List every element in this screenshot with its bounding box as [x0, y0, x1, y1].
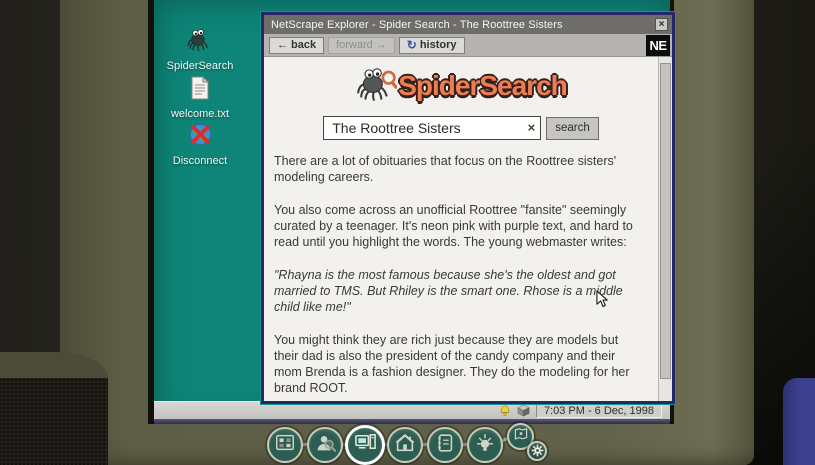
dock-hint-bulb-button[interactable] — [467, 427, 503, 463]
netscrape-logo: NE — [646, 35, 670, 56]
search-button[interactable]: search — [546, 117, 599, 140]
window-title: NetScrape Explorer - Spider Search - The… — [271, 19, 655, 31]
dock-settings-button[interactable] — [527, 441, 547, 461]
text-file-icon — [190, 76, 210, 105]
search-results-text: There are a lot of obituaries that focus… — [264, 140, 658, 401]
back-button[interactable]: ← back — [269, 37, 324, 54]
desktop-icon-spidersearch[interactable]: SpiderSearch — [158, 26, 242, 72]
history-icon: ↻ — [407, 38, 417, 52]
dock-evidence-board-button[interactable] — [267, 427, 303, 463]
dock-people-search-button[interactable] — [307, 427, 343, 463]
home-icon — [394, 432, 416, 459]
spidersearch-wordmark: SpiderSearch — [398, 70, 567, 102]
game-scene: SpiderSearch welcome.txt — [0, 0, 815, 465]
close-button[interactable]: × — [655, 18, 668, 31]
page-content: SpiderSearch × search There are a lot — [264, 57, 672, 401]
forward-button[interactable]: forward → — [328, 37, 395, 54]
mouse-cursor — [596, 290, 611, 314]
desktop: SpiderSearch welcome.txt — [154, 0, 670, 424]
paragraph: You might think they are rich just becau… — [274, 332, 634, 396]
computer-icon — [354, 431, 377, 459]
window-titlebar[interactable]: NetScrape Explorer - Spider Search - The… — [264, 15, 672, 34]
history-button[interactable]: ↻ history — [399, 37, 465, 54]
dock-home-button[interactable] — [387, 427, 423, 463]
spider-logo-icon — [355, 64, 397, 107]
desktop-icon-welcome-txt[interactable]: welcome.txt — [158, 76, 242, 120]
search-box: × — [323, 116, 541, 140]
search-row: × search — [264, 116, 658, 140]
desktop-icon-label: SpiderSearch — [167, 60, 234, 72]
webmaster-quote: "Rhayna is the most famous because she's… — [274, 267, 634, 315]
scrollbar-track[interactable] — [658, 57, 672, 401]
people-search-icon — [314, 432, 336, 459]
globe-x-icon — [188, 122, 213, 152]
paragraph: You also come across an unofficial Roott… — [274, 202, 634, 250]
scrollbar-thumb[interactable] — [660, 63, 671, 379]
desktop-icon-label: welcome.txt — [171, 108, 229, 120]
map-icon — [513, 426, 529, 447]
notification-bell-icon[interactable] — [499, 404, 511, 417]
hint-bulb-icon — [474, 432, 496, 459]
browser-window: NetScrape Explorer - Spider Search - The… — [261, 12, 675, 404]
browser-toolbar: ← back forward → ↻ history NE — [264, 34, 672, 57]
settings-gear-icon — [531, 444, 544, 459]
back-arrow-icon: ← — [277, 39, 288, 51]
clear-search-icon[interactable]: × — [528, 120, 536, 135]
clock: 7:03 PM - 6 Dec, 1998 — [536, 404, 662, 418]
forward-arrow-icon: → — [376, 39, 387, 51]
monitor-screen: SpiderSearch welcome.txt — [148, 0, 674, 424]
desktop-icon-disconnect[interactable]: Disconnect — [158, 122, 242, 167]
screen-edge — [154, 419, 670, 424]
spider-icon — [186, 26, 214, 57]
notebook-icon — [434, 432, 456, 459]
paragraph: There are a lot of obituaries that focus… — [274, 153, 634, 185]
spidersearch-logo: SpiderSearch — [264, 64, 658, 107]
search-input[interactable] — [324, 117, 540, 139]
dock-computer-button[interactable] — [345, 425, 385, 465]
package-cube-icon[interactable] — [517, 404, 530, 417]
chair — [0, 352, 108, 465]
evidence-board-icon — [274, 432, 296, 459]
dock-notebook-button[interactable] — [427, 427, 463, 463]
desktop-icon-label: Disconnect — [173, 155, 227, 167]
desk-object — [783, 378, 815, 465]
